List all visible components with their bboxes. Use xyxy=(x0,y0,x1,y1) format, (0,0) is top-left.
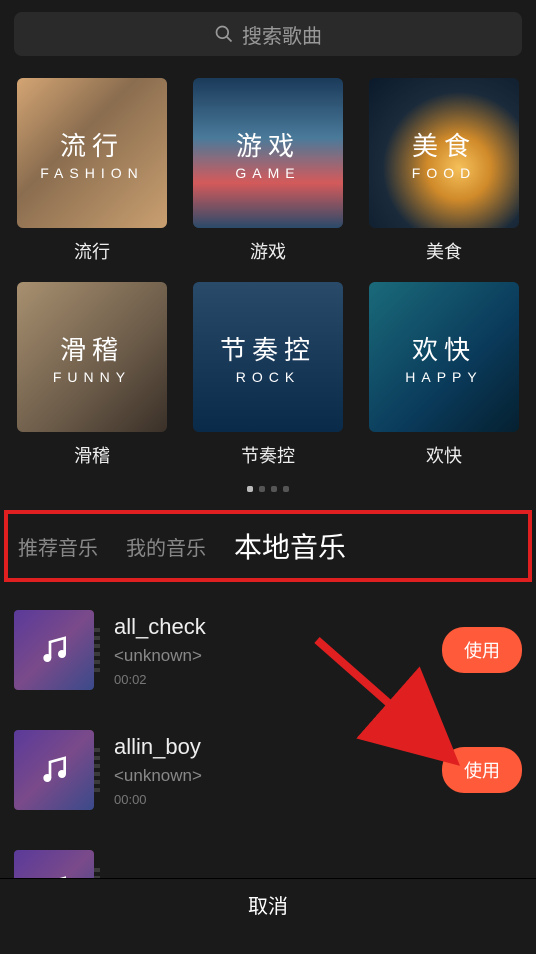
category-tile: 流行 FASHION xyxy=(17,78,167,228)
category-en: FUNNY xyxy=(53,369,131,385)
song-info: allin_boy <unknown> 00:00 xyxy=(114,734,422,807)
category-tile: 欢快 HAPPY xyxy=(369,282,519,432)
use-button[interactable]: 使用 xyxy=(442,747,522,793)
song-thumbnail xyxy=(14,730,94,810)
category-tile: 游戏 GAME xyxy=(193,78,343,228)
song-title: all_check xyxy=(114,614,422,640)
page-dots xyxy=(0,476,536,504)
category-en: HAPPY xyxy=(405,369,482,385)
category-cn: 游戏 xyxy=(236,126,300,163)
category-tile: 美食 FOOD xyxy=(369,78,519,228)
song-row[interactable]: allin_boy <unknown> 00:00 使用 xyxy=(14,714,522,834)
song-title: allin_boy xyxy=(114,734,422,760)
category-label: 滑稽 xyxy=(74,442,110,468)
cancel-label: 取消 xyxy=(248,890,288,919)
category-food[interactable]: 美食 FOOD 美食 xyxy=(366,78,522,264)
category-fashion[interactable]: 流行 FASHION 流行 xyxy=(14,78,170,264)
category-cn: 流行 xyxy=(60,126,124,163)
tab-2[interactable]: 本地音乐 xyxy=(234,526,346,566)
category-en: GAME xyxy=(235,165,300,181)
tab-1[interactable]: 我的音乐 xyxy=(126,532,206,561)
category-funny[interactable]: 滑稽 FUNNY 滑稽 xyxy=(14,282,170,468)
song-artist: <unknown> xyxy=(114,646,422,666)
category-cn: 欢快 xyxy=(412,330,476,367)
search-icon xyxy=(214,24,234,44)
page-dot[interactable] xyxy=(247,486,253,492)
category-label: 流行 xyxy=(74,238,110,264)
use-button[interactable]: 使用 xyxy=(442,627,522,673)
page-dot[interactable] xyxy=(271,486,277,492)
tab-0[interactable]: 推荐音乐 xyxy=(18,532,98,561)
song-row[interactable]: all_check <unknown> 00:02 使用 xyxy=(14,594,522,714)
category-en: FASHION xyxy=(40,165,143,181)
category-tile: 滑稽 FUNNY xyxy=(17,282,167,432)
category-label: 游戏 xyxy=(250,238,286,264)
category-label: 美食 xyxy=(426,238,462,264)
music-note-icon xyxy=(38,754,70,786)
category-rock[interactable]: 节奏控 ROCK 节奏控 xyxy=(190,282,346,468)
search-input[interactable]: 搜索歌曲 xyxy=(14,12,522,56)
page-dot[interactable] xyxy=(259,486,265,492)
category-label: 欢快 xyxy=(426,442,462,468)
category-cn: 滑稽 xyxy=(60,330,124,367)
song-duration: 00:00 xyxy=(114,792,422,807)
song-artist: <unknown> xyxy=(114,766,422,786)
category-cn: 美食 xyxy=(412,126,476,163)
song-duration: 00:02 xyxy=(114,672,422,687)
category-en: FOOD xyxy=(412,165,476,181)
category-tile: 节奏控 ROCK xyxy=(193,282,343,432)
page-dot[interactable] xyxy=(283,486,289,492)
search-placeholder: 搜索歌曲 xyxy=(242,20,322,49)
category-en: ROCK xyxy=(236,369,300,385)
category-label: 节奏控 xyxy=(241,442,295,468)
category-grid: 流行 FASHION 流行 游戏 GAME 游戏 美食 FOOD 美食 滑稽 F… xyxy=(0,68,536,476)
category-cn: 节奏控 xyxy=(220,330,316,367)
music-tabs: 推荐音乐我的音乐本地音乐 xyxy=(4,510,532,582)
category-happy[interactable]: 欢快 HAPPY 欢快 xyxy=(366,282,522,468)
song-thumbnail xyxy=(14,610,94,690)
category-game[interactable]: 游戏 GAME 游戏 xyxy=(190,78,346,264)
music-note-icon xyxy=(38,634,70,666)
cancel-button[interactable]: 取消 xyxy=(0,878,536,930)
song-info: all_check <unknown> 00:02 xyxy=(114,614,422,687)
